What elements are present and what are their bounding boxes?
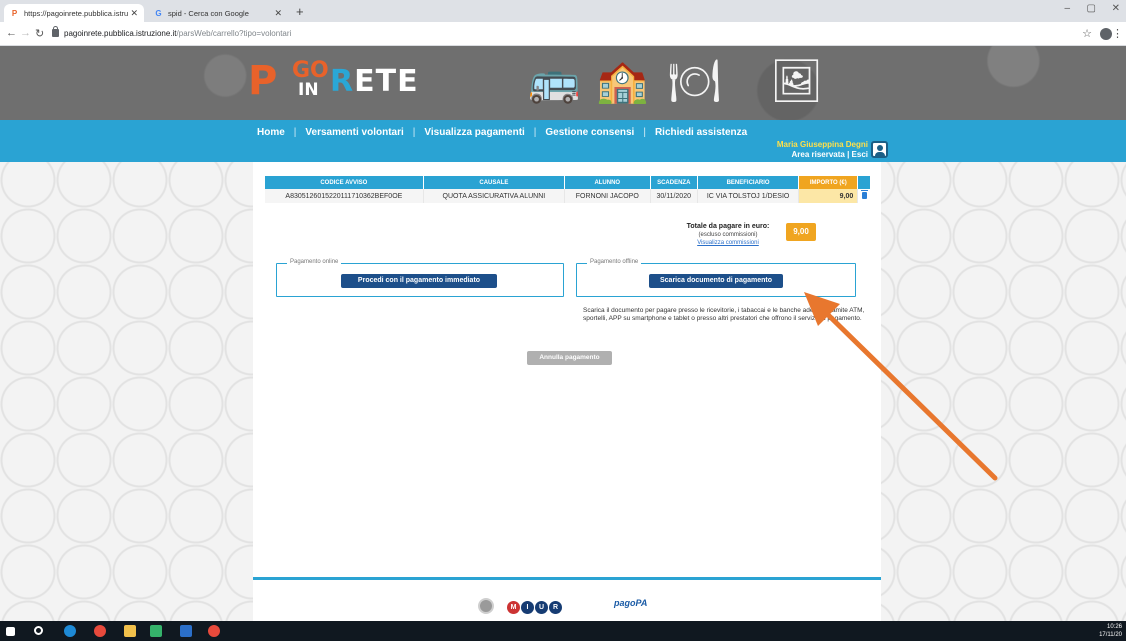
museum-icon: 🖼: [770, 57, 824, 104]
school-building-icon: 🏫: [596, 57, 649, 104]
tab-title: https://pagoinrete.pubblica.istru: [24, 8, 129, 18]
pagopa-logo[interactable]: pagoPA: [614, 598, 647, 608]
col-beneficiario: BENEFICIARIO: [697, 176, 800, 189]
pagoinrete-logo[interactable]: P GO IN RETE: [248, 58, 418, 104]
chrome-icon[interactable]: [208, 625, 220, 637]
col-importo: IMPORTO (€): [798, 176, 859, 189]
bookmark-star-icon[interactable]: ☆: [1082, 27, 1092, 40]
pay-now-button[interactable]: Procedi con il pagamento immediato: [341, 274, 497, 288]
table-row: A8305126015220111710362BEF0OE QUOTA ASSI…: [265, 189, 871, 203]
close-icon[interactable]: ✕: [130, 8, 138, 19]
miur-letter: M: [507, 601, 520, 614]
total-label: Totale da pagare in euro:: [686, 223, 770, 230]
nav-gestione-consensi[interactable]: Gestione consensi: [545, 127, 634, 138]
back-arrow-icon[interactable]: ←: [6, 27, 17, 39]
close-icon[interactable]: ✕: [274, 8, 282, 19]
user-name: Maria Giuseppina Degni: [776, 140, 868, 149]
col-actions: [857, 176, 871, 189]
italian-republic-emblem-icon: [478, 598, 494, 614]
browser-tab-bar: P https://pagoinrete.pubblica.istru ✕ G …: [0, 0, 1126, 22]
url-path: /parsWeb/carrello?tipo=volontari: [176, 29, 292, 38]
logo-in: IN: [298, 80, 319, 100]
menu-kebab-icon[interactable]: ⋮: [1112, 27, 1123, 40]
windows-taskbar: 10:26 17/11/20: [0, 621, 1126, 641]
address-bar: ← → ↻ pagoinrete.pubblica.istruzione.it/…: [0, 22, 1126, 46]
nav-separator: |: [293, 127, 297, 138]
delete-row-cell: [857, 189, 871, 203]
miur-logo[interactable]: M I U R: [507, 601, 562, 614]
cell-beneficiario: IC VIA TOLSTOJ 1/DESIO: [697, 189, 800, 203]
total-label-block: Totale da pagare in euro: (escluso commi…: [683, 223, 773, 247]
nav-richiedi-assistenza[interactable]: Richiedi assistenza: [655, 127, 747, 138]
minimize-icon[interactable]: –: [1064, 3, 1070, 14]
table-header-row: CODICE AVVISO CAUSALE ALUNNO SCADENZA BE…: [265, 176, 871, 189]
cell-importo: 9,00: [798, 189, 859, 203]
forward-arrow-icon[interactable]: →: [20, 27, 31, 39]
cart-panel: CODICE AVVISO CAUSALE ALUNNO SCADENZA BE…: [253, 162, 881, 621]
offline-payment-legend: Pagamento offline: [587, 259, 642, 265]
nav-home[interactable]: Home: [257, 127, 285, 138]
nav-versamenti-volontari[interactable]: Versamenti volontari: [305, 127, 403, 138]
col-codice-avviso: CODICE AVVISO: [265, 176, 424, 189]
tab-pagoinrete[interactable]: P https://pagoinrete.pubblica.istru ✕: [4, 4, 144, 22]
nav-visualizza-pagamenti[interactable]: Visualizza pagamenti: [424, 127, 524, 138]
main-nav-bar: Home | Versamenti volontari | Visualizza…: [0, 120, 1126, 162]
file-explorer-icon[interactable]: [124, 625, 136, 637]
profile-icon[interactable]: [1100, 28, 1112, 40]
nav-separator: |: [533, 127, 537, 138]
maximize-icon[interactable]: ▢: [1087, 3, 1096, 14]
cell-scadenza: 30/11/2020: [650, 189, 698, 203]
favicon-google: G: [155, 8, 162, 18]
chrome-icon[interactable]: [94, 625, 106, 637]
nav-separator: |: [643, 127, 646, 138]
user-box: Maria Giuseppina Degni Area riservata | …: [777, 140, 868, 160]
miur-letter: R: [549, 601, 562, 614]
new-tab-icon[interactable]: +: [296, 4, 304, 20]
reload-icon[interactable]: ↻: [35, 27, 44, 40]
cart-table: CODICE AVVISO CAUSALE ALUNNO SCADENZA BE…: [265, 176, 871, 203]
user-avatar-icon[interactable]: [871, 141, 888, 158]
online-payment-legend: Pagamento online: [287, 259, 342, 265]
system-clock[interactable]: 10:26 17/11/20: [1099, 623, 1122, 639]
cancel-payment-button[interactable]: Annulla pagamento: [527, 351, 612, 365]
url-host: pagoinrete.pubblica.istruzione.it: [64, 29, 177, 38]
col-scadenza: SCADENZA: [650, 176, 698, 189]
site-banner: P GO IN RETE 🚌 🏫 🍽 🖼: [0, 46, 1126, 120]
miur-letter: I: [521, 601, 534, 614]
download-document-button[interactable]: Scarica documento di pagamento: [649, 274, 783, 288]
cell-causale: QUOTA ASSICURATIVA ALUNNI: [423, 189, 566, 203]
favicon-pagoinrete: P: [11, 8, 18, 18]
cell-codice-avviso: A8305126015220111710362BEF0OE: [265, 189, 424, 203]
miur-letter: U: [535, 601, 548, 614]
annotation-arrow: [804, 292, 998, 481]
url-field[interactable]: pagoinrete.pubblica.istruzione.it/parsWe…: [52, 26, 1052, 41]
school-bus-icon: 🚌: [528, 57, 581, 104]
window-close-icon[interactable]: ✕: [1112, 3, 1120, 14]
clock-time: 10:26: [1106, 624, 1122, 630]
site-footer: M I U R pagoPA: [253, 580, 881, 621]
windows-start-icon[interactable]: [6, 627, 15, 636]
online-payment-panel: Pagamento online Procedi con il pagament…: [276, 259, 564, 297]
tab-google[interactable]: G spid - Cerca con Google ✕: [148, 4, 288, 22]
lock-icon: [52, 26, 59, 37]
logo-rete: RETE: [330, 64, 419, 99]
outlook-icon[interactable]: [180, 625, 192, 637]
col-causale: CAUSALE: [423, 176, 566, 189]
clock-date: 17/11/20: [1099, 632, 1122, 638]
area-riservata-link[interactable]: Area riservata | Esci: [777, 150, 868, 160]
total-amount: 9,00: [786, 223, 816, 241]
tab-title: spid - Cerca con Google: [168, 8, 249, 18]
cell-alunno: FORNONI JACOPO: [564, 189, 651, 203]
search-icon[interactable]: [34, 626, 43, 635]
cafeteria-icon: 🍽: [668, 57, 722, 104]
visualizza-commissioni-link[interactable]: Visualizza commissioni: [683, 239, 773, 247]
app-green-icon[interactable]: [150, 625, 162, 637]
logo-p: P: [248, 58, 277, 104]
edge-browser-icon[interactable]: [64, 625, 76, 637]
trash-icon[interactable]: [860, 189, 868, 199]
col-alunno: ALUNNO: [564, 176, 651, 189]
nav-separator: |: [412, 127, 416, 138]
total-note: (escluso commissioni): [698, 232, 758, 238]
